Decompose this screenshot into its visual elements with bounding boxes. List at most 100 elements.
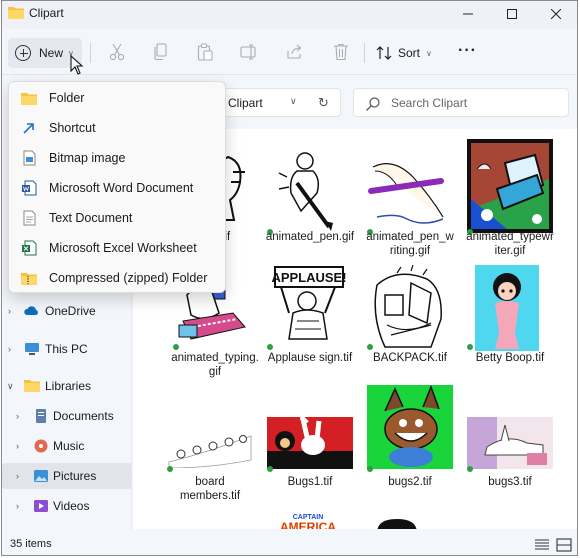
delete-icon[interactable] — [330, 42, 352, 62]
file-name: BACKPACK.tif — [373, 352, 447, 364]
shortcut-icon — [23, 123, 34, 134]
sync-status-icon — [467, 466, 473, 472]
file-thumbnail[interactable] — [367, 265, 453, 351]
onedrive-icon — [24, 306, 38, 315]
address-text: Clipart — [228, 96, 263, 110]
close-icon — [551, 9, 561, 19]
chevron-right-icon[interactable]: › — [8, 344, 11, 354]
file-name: animated_typewr iter.gif — [466, 231, 554, 257]
file-name: board members.tif — [179, 476, 241, 502]
sidebar-item-onedrive[interactable]: › OneDrive — [2, 298, 132, 324]
file-thumbnail[interactable] — [267, 147, 353, 233]
paste-icon[interactable] — [194, 42, 216, 62]
sync-status-icon — [267, 344, 273, 350]
file-name: Betty Boop.tif — [475, 352, 545, 364]
chevron-right-icon[interactable]: › — [16, 411, 19, 421]
menu-item-label: Folder — [49, 91, 85, 105]
address-bar[interactable]: Clipart ∨ ↻ — [207, 88, 341, 117]
details-view-icon[interactable] — [534, 538, 550, 552]
file-name: Bugs1.tif — [287, 476, 333, 488]
title-bar: Clipart — [2, 1, 577, 29]
search-box[interactable]: Search Clipart — [353, 88, 569, 117]
chevron-right-icon[interactable]: › — [8, 306, 11, 316]
new-button-label: New — [39, 46, 64, 60]
more-options-icon[interactable]: ··· — [458, 42, 477, 60]
mouse-cursor-icon — [70, 55, 84, 75]
file-thumbnail[interactable]: CAPTAIN AMERICA — [277, 511, 339, 529]
folder-icon — [21, 92, 37, 105]
file-thumbnail[interactable] — [467, 417, 553, 469]
sidebar-item-label: Pictures — [53, 469, 97, 483]
sync-status-icon — [467, 344, 473, 350]
share-icon[interactable] — [284, 42, 306, 62]
command-bar: New ∨ Sort ∨ ··· — [2, 29, 577, 75]
file-thumbnail[interactable] — [167, 432, 253, 468]
sidebar-item-videos[interactable]: › Videos — [2, 493, 132, 519]
menu-item-bitmap-image[interactable]: Bitmap image — [13, 144, 223, 172]
file-name: Applause sign.tif — [267, 352, 353, 364]
menu-item-word-document[interactable]: Microsoft Word Document — [13, 174, 223, 202]
menu-item-text-document[interactable]: Text Document — [13, 204, 223, 232]
file-thumbnail[interactable] — [475, 265, 539, 351]
music-icon — [34, 439, 48, 453]
sidebar-item-music[interactable]: › Music — [2, 433, 132, 459]
documents-icon — [36, 409, 46, 423]
sort-icon — [376, 46, 392, 60]
minimize-button[interactable] — [446, 1, 490, 27]
file-thumbnail[interactable] — [467, 139, 553, 233]
toolbar-divider — [364, 43, 365, 63]
sidebar-item-this-pc[interactable]: › This PC — [2, 336, 132, 362]
chevron-right-icon[interactable]: › — [16, 501, 19, 511]
applause-sign-text: APPLAUSE! — [271, 270, 346, 285]
zip-folder-icon — [21, 272, 37, 285]
videos-icon — [34, 500, 48, 512]
file-thumbnail[interactable]: APPLAUSE! — [267, 265, 353, 351]
sidebar-item-pictures[interactable]: › Pictures — [2, 463, 132, 489]
file-name: animated_typing. gif — [171, 352, 259, 378]
plus-icon — [15, 45, 31, 61]
file-thumbnail[interactable] — [267, 417, 353, 469]
chevron-down-icon[interactable]: ∨ — [290, 96, 297, 107]
folder-icon — [8, 7, 24, 19]
close-button[interactable] — [534, 1, 577, 27]
sidebar-item-libraries[interactable]: ∨ Libraries — [2, 373, 132, 399]
maximize-icon — [507, 9, 517, 19]
new-item-menu: Folder Shortcut Bitmap image Microsoft W… — [8, 81, 226, 293]
menu-item-label: Compressed (zipped) Folder — [49, 271, 208, 285]
search-icon — [366, 97, 380, 111]
copy-icon[interactable] — [150, 42, 172, 62]
word-icon — [21, 180, 36, 196]
menu-item-label: Shortcut — [49, 121, 96, 135]
sync-status-icon — [267, 466, 273, 472]
refresh-icon[interactable]: ↻ — [318, 95, 329, 111]
chevron-down-icon[interactable]: ∨ — [7, 381, 14, 392]
menu-item-label: Text Document — [49, 211, 133, 225]
toolbar-divider — [90, 43, 91, 63]
file-name: bugs3.tif — [488, 476, 532, 488]
status-bar: 35 items — [2, 534, 577, 555]
file-thumbnail[interactable] — [369, 511, 423, 529]
excel-icon — [21, 240, 36, 256]
menu-item-compressed-folder[interactable]: Compressed (zipped) Folder — [13, 264, 223, 292]
sidebar-item-documents[interactable]: › Documents — [2, 403, 132, 429]
file-thumbnail[interactable] — [367, 385, 453, 469]
sort-button-label: Sort — [398, 46, 421, 60]
menu-item-label: Microsoft Excel Worksheet — [49, 241, 197, 255]
file-thumbnail[interactable] — [367, 147, 453, 233]
sync-status-icon — [367, 344, 373, 350]
chevron-down-icon: ∨ — [426, 48, 432, 58]
rename-icon[interactable] — [238, 42, 260, 62]
menu-item-folder[interactable]: Folder — [13, 84, 223, 112]
chevron-right-icon[interactable]: › — [16, 441, 19, 451]
chevron-right-icon[interactable]: › — [16, 471, 19, 481]
cut-icon[interactable] — [106, 42, 128, 62]
pc-icon — [25, 343, 39, 355]
text-document-icon — [23, 210, 35, 226]
maximize-button[interactable] — [490, 1, 534, 27]
sort-button[interactable]: Sort ∨ — [376, 42, 432, 64]
menu-item-excel-worksheet[interactable]: Microsoft Excel Worksheet — [13, 234, 223, 262]
menu-item-shortcut[interactable]: Shortcut — [13, 114, 223, 142]
sidebar-item-label: Music — [53, 439, 85, 453]
minimize-icon — [463, 13, 473, 15]
large-icons-view-icon[interactable] — [556, 538, 572, 552]
